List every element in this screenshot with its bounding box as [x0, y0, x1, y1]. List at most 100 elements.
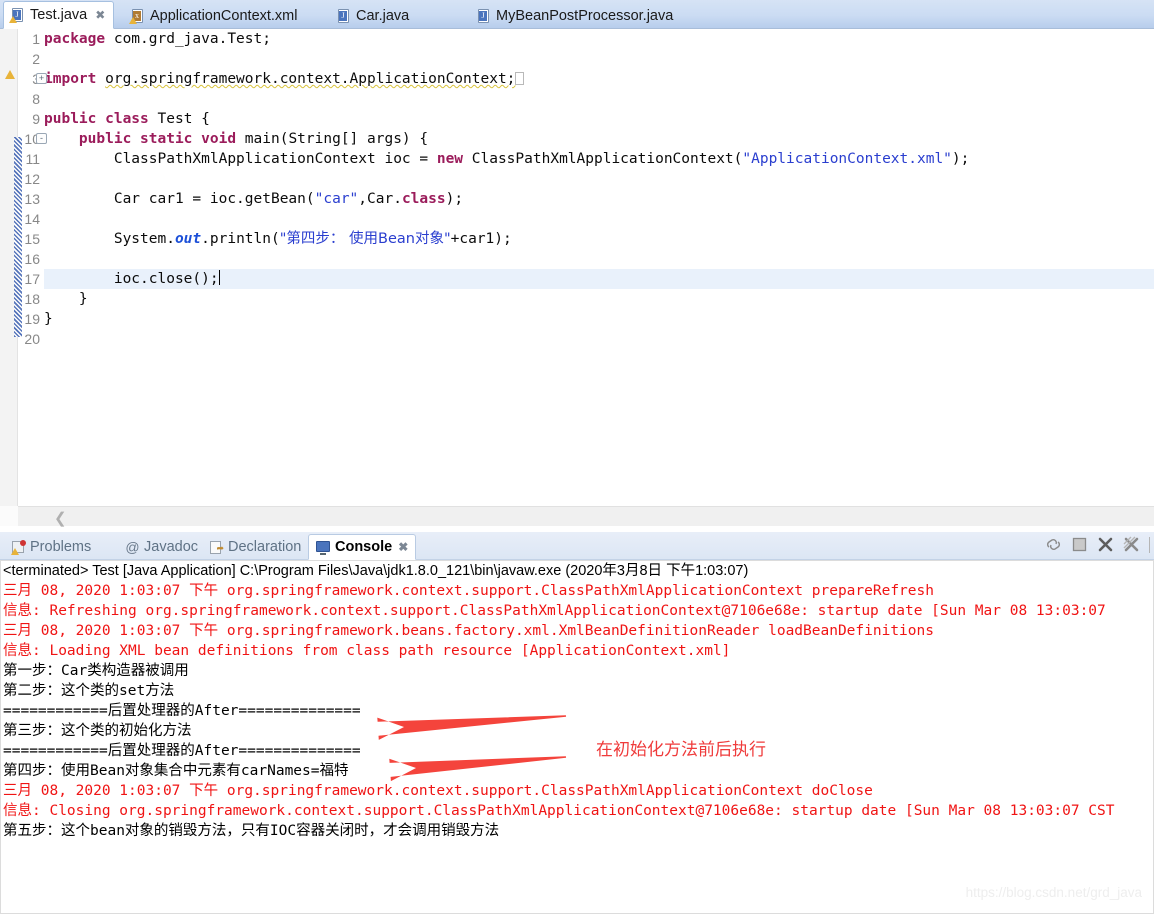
- code-token: ,Car.: [358, 191, 402, 207]
- code-line[interactable]: 18 }: [24, 289, 1154, 309]
- line-number: 9: [32, 111, 40, 127]
- line-number: 14: [24, 211, 40, 227]
- java-file-icon: J: [337, 8, 351, 24]
- code-token: "ApplicationContext.xml": [742, 151, 952, 167]
- code-line[interactable]: 1 package com.grd_java.Test;: [32, 29, 1154, 49]
- close-icon[interactable]: ✖: [95, 9, 105, 21]
- console-output-line: 信息: Loading XML bean definitions from cl…: [3, 643, 731, 659]
- code-token: public class: [44, 111, 158, 127]
- editor-tab-label: ApplicationContext.xml: [150, 7, 298, 24]
- console-panel-tab-label: Console: [335, 539, 393, 555]
- annotation-note: 在初始化方法前后执行: [596, 740, 766, 760]
- line-number: 13: [24, 191, 40, 207]
- code-token: class: [401, 191, 446, 207]
- code-token: org.springframework.context.ApplicationC…: [105, 71, 516, 87]
- editor-code-area[interactable]: 1package com.grd_java.Test; 2 3+import org…: [5, 29, 1154, 526]
- code-line[interactable]: 9 public class Test {: [32, 109, 1154, 129]
- console-panel-tab-console[interactable]: Console ✖: [308, 534, 417, 560]
- fold-expand-icon[interactable]: +: [36, 73, 47, 84]
- code-line[interactable]: 17 ioc.close();: [24, 269, 1154, 289]
- code-line[interactable]: 16: [24, 249, 1154, 269]
- code-token: Car car1 = ioc.getBean(: [44, 191, 315, 207]
- editor-tab-mybeanpostprocessor-java[interactable]: J MyBeanPostProcessor.java: [470, 2, 681, 29]
- code-token: import: [44, 71, 106, 87]
- console-panel-tab-declaration[interactable]: ➦ Declaration: [202, 535, 308, 559]
- console-toolbar[interactable]: [1045, 536, 1150, 553]
- fold-collapse-icon[interactable]: -: [36, 133, 47, 144]
- line-number: 1: [32, 31, 40, 47]
- code-token: main(String[] args) {: [244, 131, 429, 147]
- code-line[interactable]: 12: [24, 169, 1154, 189]
- code-line[interactable]: 15 System.out.println("第四步： 使用Bean对象"+ca…: [24, 229, 1154, 249]
- code-token: Test {: [157, 111, 210, 127]
- editor-tab-car-java[interactable]: J Car.java: [330, 2, 417, 29]
- pin-console-icon[interactable]: [1045, 536, 1062, 553]
- javadoc-at-icon: @: [125, 538, 140, 555]
- code-token: "car": [314, 191, 359, 207]
- problems-icon: [11, 539, 26, 555]
- console-output-line: 第四步：使用Bean对象集合中元素有carNames=福特: [3, 763, 349, 779]
- code-line[interactable]: 13 Car car1 = ioc.getBean("car",Car.clas…: [24, 189, 1154, 209]
- code-line[interactable]: 10- public static void main(String[] arg…: [24, 129, 1154, 149]
- line-number: 16: [24, 251, 40, 267]
- line-number: 20: [24, 331, 40, 347]
- console-output-line: 三月 08, 2020 1:03:07 下午 org.springframewo…: [3, 783, 873, 799]
- editor-tab-test-java[interactable]: J Test.java ✖: [3, 1, 115, 29]
- editor-horizontal-scrollbar[interactable]: ❮: [18, 506, 1154, 527]
- console-output-line: 第一步：Car类构造器被调用: [3, 663, 189, 679]
- terminate-icon[interactable]: [1071, 536, 1088, 553]
- console-view: Problems @ Javadoc ➦ Declaration Console ✖ <te…: [0, 532, 1154, 914]
- editor-tab-bar: J Test.java ✖ x ApplicationContext.xml J Car.j…: [0, 0, 1154, 29]
- code-line[interactable]: 14: [24, 209, 1154, 229]
- remove-launch-icon[interactable]: [1097, 536, 1114, 553]
- java-code-editor[interactable]: 1package com.grd_java.Test; 2 3+import org…: [0, 29, 1154, 527]
- line-number: 2: [32, 51, 40, 67]
- code-line[interactable]: 3+import org.springframework.context.App…: [5, 69, 1154, 89]
- remove-all-terminated-icon[interactable]: [1123, 536, 1140, 553]
- editor-tab-applicationcontext-xml[interactable]: x ApplicationContext.xml: [124, 2, 306, 29]
- editor-scroll-corner: [0, 506, 18, 526]
- eclipse-ide-window: J Test.java ✖ x ApplicationContext.xml J Car.j…: [0, 0, 1154, 914]
- console-output-line: 信息: Refreshing org.springframework.conte…: [3, 603, 1106, 619]
- code-token: System.: [44, 231, 175, 247]
- console-output-line: 第五步：这个bean对象的销毁方法，只有IOC容器关闭时，才会调用销毁方法: [3, 823, 500, 839]
- code-token: new: [436, 151, 472, 167]
- code-line[interactable]: 2: [32, 49, 1154, 69]
- console-panel-tab-label: Declaration: [228, 539, 302, 555]
- console-output-line: 第三步：这个类的初始化方法: [3, 723, 192, 739]
- code-token: ClassPathXmlApplicationContext(: [471, 151, 743, 167]
- code-line[interactable]: 8: [32, 89, 1154, 109]
- declaration-icon: ➦: [209, 540, 224, 555]
- code-token: com.grd_java.Test;: [113, 31, 271, 47]
- close-icon[interactable]: ✖: [398, 540, 408, 554]
- text-caret: [218, 270, 220, 285]
- console-output-line: 三月 08, 2020 1:03:07 下午 org.springframewo…: [3, 623, 934, 639]
- code-token: );: [951, 151, 970, 167]
- code-line[interactable]: 20: [24, 329, 1154, 349]
- xml-file-icon: x: [129, 8, 145, 24]
- line-number: 12: [24, 171, 40, 187]
- line-number: 18: [24, 291, 40, 307]
- line-number: 11: [25, 151, 40, 167]
- code-token: .println(: [201, 231, 280, 247]
- console-output-area[interactable]: <terminated> Test [Java Application] C:\…: [0, 560, 1154, 914]
- line-number: 19: [24, 311, 40, 327]
- java-file-icon: J: [477, 8, 491, 24]
- console-panel-tab-problems[interactable]: Problems: [4, 535, 98, 559]
- code-token: out: [174, 231, 202, 247]
- code-token: }: [44, 311, 53, 327]
- console-panel-tab-javadoc[interactable]: @ Javadoc: [118, 535, 205, 559]
- line-number: 15: [24, 231, 40, 247]
- console-panel-tab-label: Problems: [30, 539, 92, 555]
- code-line[interactable]: 19}: [24, 309, 1154, 329]
- console-output-line: ============后置处理器的After==============: [3, 703, 361, 719]
- code-token: +car1);: [450, 231, 512, 247]
- code-token: package: [44, 31, 114, 47]
- code-token: public static void: [78, 131, 245, 147]
- code-line[interactable]: 11 ClassPathXmlApplicationContext ioc = …: [25, 149, 1154, 169]
- console-view-tab-bar: Problems @ Javadoc ➦ Declaration Console ✖: [0, 532, 1154, 560]
- editor-tab-label: MyBeanPostProcessor.java: [496, 7, 674, 24]
- code-token: }: [44, 291, 88, 307]
- chevron-left-icon[interactable]: ❮: [54, 509, 67, 527]
